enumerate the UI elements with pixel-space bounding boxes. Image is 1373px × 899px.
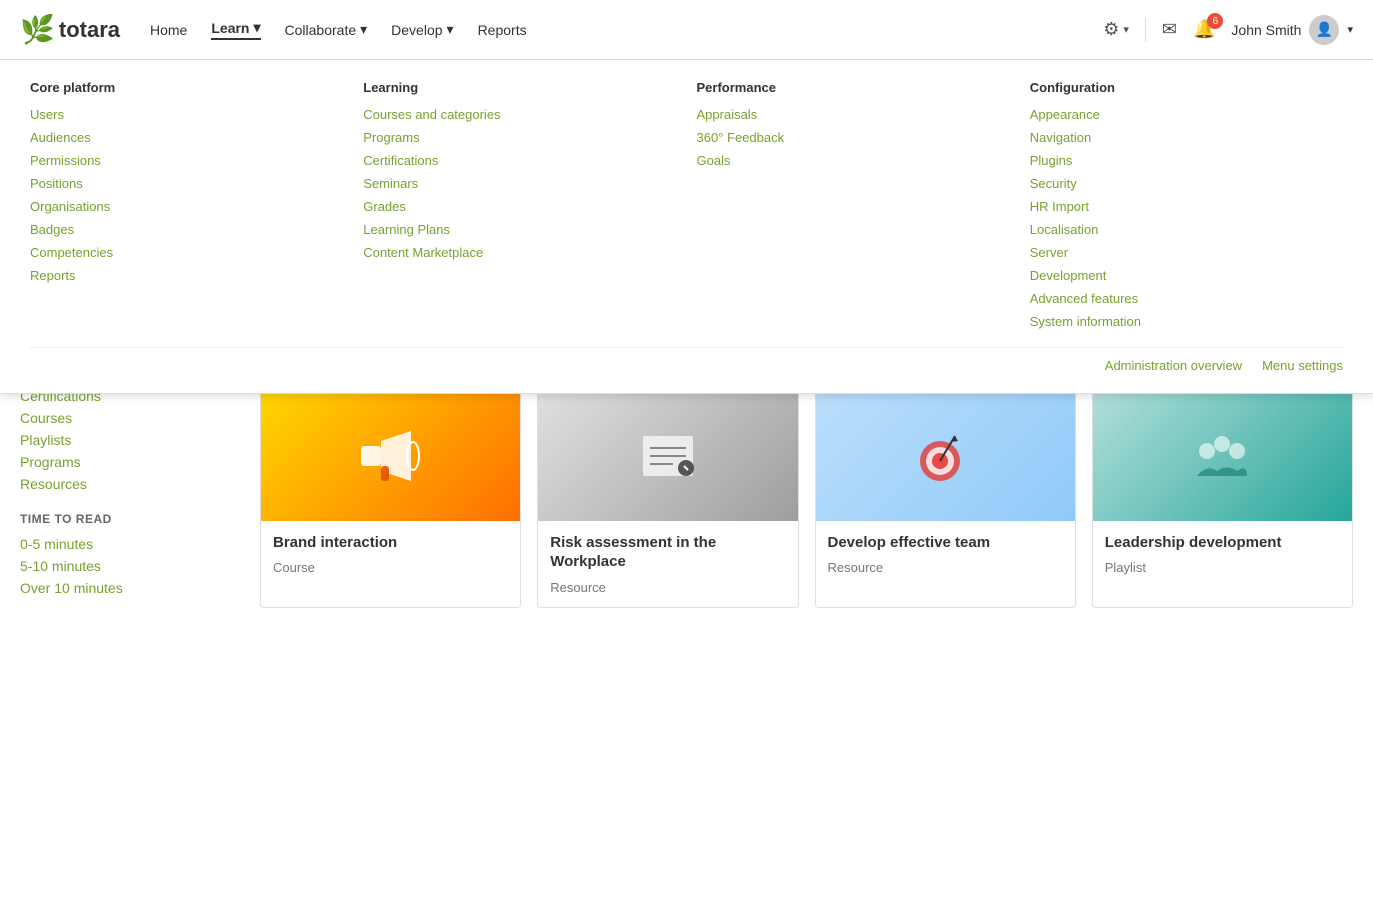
dropdown-col-header-configuration: Configuration — [1030, 80, 1323, 95]
card-title-develop-team: Develop effective team — [828, 533, 1063, 553]
dropdown-link-organisations[interactable]: Organisations — [30, 199, 323, 214]
card-develop-team[interactable]: Develop effective team Resource — [815, 390, 1076, 608]
nav-item-home[interactable]: Home — [150, 22, 187, 38]
chevron-down-icon: ▾ — [1123, 23, 1129, 36]
admin-overview-link[interactable]: Administration overview — [1105, 358, 1242, 373]
logo-text: totara — [59, 17, 120, 43]
card-image-brand-interaction — [261, 391, 520, 521]
card-risk-assessment[interactable]: Risk assessment in the Workplace Resourc… — [537, 390, 798, 608]
dropdown-link-appearance[interactable]: Appearance — [1030, 107, 1323, 122]
dropdown-link-certifications[interactable]: Certifications — [363, 153, 656, 168]
dropdown-link-audiences[interactable]: Audiences — [30, 130, 323, 145]
dropdown-link-plugins[interactable]: Plugins — [1030, 153, 1323, 168]
card-type-brand-interaction: Course — [273, 560, 508, 575]
card-image-risk-assessment — [538, 391, 797, 521]
nav-item-develop[interactable]: Develop ▾ — [391, 21, 453, 38]
dropdown-link-courses[interactable]: Courses and categories — [363, 107, 656, 122]
top-navigation: 🌿 totara Home Learn ▾ Collaborate ▾ Deve… — [0, 0, 1373, 60]
dropdown-col-core: Core platform Users Audiences Permission… — [30, 80, 343, 337]
dropdown-link-competencies[interactable]: Competencies — [30, 245, 323, 260]
nav-item-learn[interactable]: Learn ▾ — [211, 19, 260, 40]
gear-icon: ⚙ — [1103, 19, 1119, 40]
card-title-brand-interaction: Brand interaction — [273, 533, 508, 553]
filter-playlists[interactable]: Playlists — [20, 432, 240, 448]
dropdown-link-permissions[interactable]: Permissions — [30, 153, 323, 168]
filter-5-10-min[interactable]: 5-10 minutes — [20, 558, 240, 574]
user-name: John Smith — [1231, 22, 1301, 38]
notifications-bell[interactable]: 🔔 6 — [1193, 19, 1215, 40]
dropdown-link-users[interactable]: Users — [30, 107, 323, 122]
dropdown-link-reports[interactable]: Reports — [30, 268, 323, 283]
megaphone-svg — [351, 416, 431, 496]
leadership-svg — [1182, 416, 1262, 496]
dropdown-link-grades[interactable]: Grades — [363, 199, 656, 214]
time-to-read-section: TIME TO READ 0-5 minutes 5-10 minutes Ov… — [20, 512, 240, 596]
dropdown-link-localisation[interactable]: Localisation — [1030, 222, 1323, 237]
dropdown-col-header-performance: Performance — [697, 80, 990, 95]
chevron-down-icon: ▾ — [1347, 23, 1353, 36]
writing-svg — [628, 416, 708, 496]
dropdown-columns: Core platform Users Audiences Permission… — [30, 80, 1343, 337]
dropdown-col-learning: Learning Courses and categories Programs… — [343, 80, 676, 337]
card-type-risk-assessment: Resource — [550, 580, 785, 595]
dropdown-link-hr-import[interactable]: HR Import — [1030, 199, 1323, 214]
nav-item-collaborate[interactable]: Collaborate ▾ — [285, 21, 368, 38]
card-title-leadership-development: Leadership development — [1105, 533, 1340, 553]
card-leadership-development[interactable]: Leadership development Playlist — [1092, 390, 1353, 608]
dropdown-link-learning-plans[interactable]: Learning Plans — [363, 222, 656, 237]
dropdown-link-programs[interactable]: Programs — [363, 130, 656, 145]
card-brand-interaction[interactable]: Brand interaction Course — [260, 390, 521, 608]
card-body-develop-team: Develop effective team Resource — [816, 521, 1075, 588]
dropdown-link-system-information[interactable]: System information — [1030, 314, 1323, 329]
target-svg — [905, 416, 985, 496]
time-to-read-title: TIME TO READ — [20, 512, 240, 526]
dropdown-link-security[interactable]: Security — [1030, 176, 1323, 191]
filter-programs[interactable]: Programs — [20, 454, 240, 470]
dropdown-link-content-marketplace[interactable]: Content Marketplace — [363, 245, 656, 260]
chevron-down-icon: ▾ — [253, 19, 260, 36]
dropdown-link-appraisals[interactable]: Appraisals — [697, 107, 990, 122]
dropdown-link-badges[interactable]: Badges — [30, 222, 323, 237]
card-body-brand-interaction: Brand interaction Course — [261, 521, 520, 588]
dropdown-col-header-learning: Learning — [363, 80, 656, 95]
user-menu[interactable]: John Smith 👤 ▾ — [1231, 15, 1353, 45]
dropdown-link-seminars[interactable]: Seminars — [363, 176, 656, 191]
chevron-down-icon: ▾ — [447, 21, 454, 38]
dropdown-col-header-core: Core platform — [30, 80, 323, 95]
filter-resources[interactable]: Resources — [20, 476, 240, 492]
menu-settings-link[interactable]: Menu settings — [1262, 358, 1343, 373]
logo[interactable]: 🌿 totara — [20, 13, 120, 46]
card-image-develop-team — [816, 391, 1075, 521]
dropdown-link-goals[interactable]: Goals — [697, 153, 990, 168]
filter-over-10-min[interactable]: Over 10 minutes — [20, 580, 240, 596]
dropdown-link-server[interactable]: Server — [1030, 245, 1323, 260]
dropdown-link-positions[interactable]: Positions — [30, 176, 323, 191]
filter-0-5-min[interactable]: 0-5 minutes — [20, 536, 240, 552]
dropdown-link-navigation[interactable]: Navigation — [1030, 130, 1323, 145]
dropdown-col-performance: Performance Appraisals 360° Feedback Goa… — [677, 80, 1010, 337]
dropdown-link-development[interactable]: Development — [1030, 268, 1323, 283]
dropdown-link-360-feedback[interactable]: 360° Feedback — [697, 130, 990, 145]
nav-item-reports[interactable]: Reports — [478, 22, 527, 38]
card-body-leadership-development: Leadership development Playlist — [1093, 521, 1352, 588]
nav-divider — [1145, 18, 1146, 42]
logo-leaf-icon: 🌿 — [20, 13, 55, 46]
mail-icon[interactable]: ✉ — [1162, 19, 1177, 40]
dropdown-col-configuration: Configuration Appearance Navigation Plug… — [1010, 80, 1343, 337]
card-type-develop-team: Resource — [828, 560, 1063, 575]
notification-badge: 6 — [1207, 13, 1223, 29]
avatar: 👤 — [1309, 15, 1339, 45]
card-body-risk-assessment: Risk assessment in the Workplace Resourc… — [538, 521, 797, 607]
dropdown-link-advanced-features[interactable]: Advanced features — [1030, 291, 1323, 306]
gear-button[interactable]: ⚙ ▾ — [1103, 19, 1129, 40]
card-image-leadership-development — [1093, 391, 1352, 521]
nav-right-area: ⚙ ▾ ✉ 🔔 6 John Smith 👤 ▾ — [1103, 15, 1353, 45]
admin-dropdown: Core platform Users Audiences Permission… — [0, 60, 1373, 394]
card-title-risk-assessment: Risk assessment in the Workplace — [550, 533, 785, 572]
main-nav-items: Home Learn ▾ Collaborate ▾ Develop ▾ Rep… — [150, 19, 1103, 40]
filter-courses[interactable]: Courses — [20, 410, 240, 426]
dropdown-footer: Administration overview Menu settings — [30, 347, 1343, 373]
chevron-down-icon: ▾ — [360, 21, 367, 38]
card-type-leadership-development: Playlist — [1105, 560, 1340, 575]
